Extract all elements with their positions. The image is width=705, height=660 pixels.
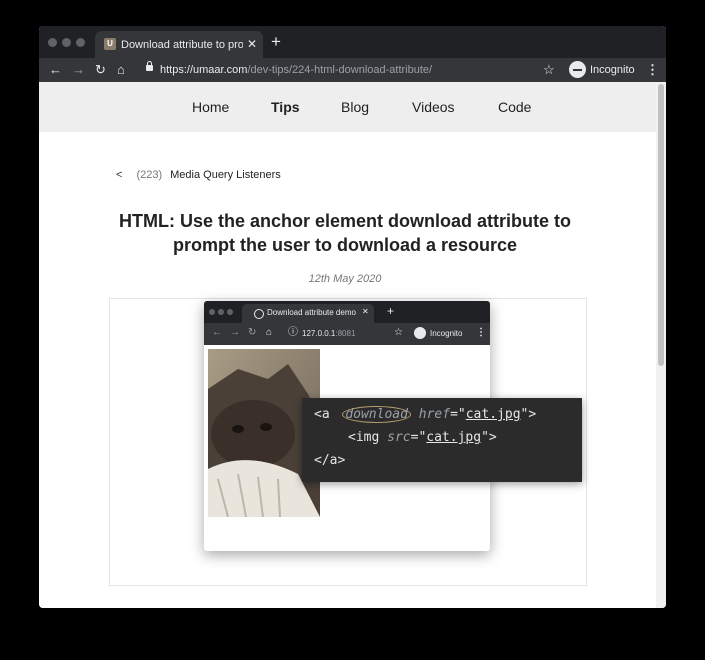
prev-tip-number: (223) [136, 169, 163, 181]
code-value-src: cat.jpg [426, 430, 482, 445]
browser-window: U Download attribute to prompt ✕ + ← → ↻… [39, 26, 666, 608]
code-token: <img [348, 430, 388, 445]
prev-tip-title: Media Query Listeners [170, 169, 281, 181]
demo-home-icon: ⌂ [266, 327, 273, 338]
site-nav: Home Tips Blog Videos Code [39, 82, 656, 132]
prev-arrow-icon: < [116, 169, 123, 181]
url-host: https://umaar.com [160, 64, 248, 76]
demo-url-port: :8081 [335, 329, 356, 338]
nav-home[interactable]: Home [192, 98, 229, 116]
demo-incognito-icon [414, 327, 426, 339]
demo-incognito-label: Incognito [430, 329, 463, 338]
nav-tips[interactable]: Tips [271, 98, 300, 116]
page-viewport: Home Tips Blog Videos Code < (223) Media Q… [39, 82, 666, 608]
demo-tab-strip: Download attribute demo ✕ + [204, 301, 490, 323]
code-attr-src: src [387, 430, 411, 445]
demo-address-bar: 127.0.0.1:8081 [302, 329, 355, 339]
address-bar[interactable]: https://umaar.com/dev-tips/224-html-down… [160, 63, 432, 77]
window-minimize-dot[interactable] [62, 38, 71, 47]
code-value-href: cat.jpg [465, 407, 521, 422]
back-icon[interactable]: ← [49, 61, 62, 79]
browser-tab[interactable]: U Download attribute to prompt ✕ [95, 31, 263, 58]
url-path: /dev-tips/224-html-download-attribute/ [247, 64, 433, 76]
demo-tab-title: Download attribute demo [267, 308, 356, 317]
code-line-3: </a> [314, 453, 346, 468]
demo-new-tab-icon: + [387, 304, 395, 318]
code-line-1: <a download href="cat.jpg"> [314, 406, 537, 423]
demo-kebab-menu-icon: ⋮ [476, 327, 486, 338]
demo-reload-icon: ↻ [248, 327, 257, 338]
nav-code[interactable]: Code [498, 98, 531, 116]
browser-toolbar: ← → ↻ ⌂ https://umaar.com/dev-tips/224-h… [39, 58, 666, 82]
demo-tab: Download attribute demo ✕ [242, 304, 374, 323]
code-attr-href: href [418, 407, 451, 422]
article-figure: Download attribute demo ✕ + ← → ↻ ⌂ ⓘ 12… [109, 298, 587, 586]
demo-info-icon: ⓘ [288, 327, 298, 338]
code-snippet: <a download href="cat.jpg"> <img src="ca… [302, 398, 582, 482]
demo-window-dot [227, 309, 233, 315]
code-line-2: <img src="cat.jpg"> [348, 430, 497, 445]
globe-icon [254, 309, 264, 319]
code-token: > [528, 407, 537, 422]
article-title: HTML: Use the anchor element download at… [118, 211, 572, 255]
code-token: <a [314, 407, 338, 422]
demo-url-host: 127.0.0.1 [302, 329, 336, 338]
demo-star-icon: ☆ [394, 327, 403, 338]
window-zoom-dot[interactable] [76, 38, 85, 47]
code-token: > [488, 430, 497, 445]
tab-strip: U Download attribute to prompt ✕ + [39, 26, 666, 58]
demo-toolbar: ← → ↻ ⌂ ⓘ 127.0.0.1:8081 ☆ Incognito ⋮ [204, 323, 490, 345]
lock-icon[interactable] [146, 61, 153, 71]
previous-tip-link[interactable]: < (223) Media Query Listeners [116, 168, 281, 182]
bookmark-star-icon[interactable]: ☆ [543, 61, 555, 79]
nav-blog[interactable]: Blog [341, 98, 369, 116]
circled-download-attribute: download [342, 406, 411, 423]
new-tab-button[interactable]: + [271, 33, 281, 51]
demo-tab-close-icon: ✕ [362, 307, 369, 316]
forward-icon[interactable]: → [72, 61, 85, 79]
page-scrollbar[interactable] [656, 82, 666, 608]
incognito-label[interactable]: Incognito [590, 63, 635, 77]
demo-back-icon: ← [212, 327, 222, 338]
kebab-menu-icon[interactable]: ⋮ [646, 62, 659, 78]
demo-forward-icon: → [230, 327, 240, 338]
window-close-dot[interactable] [48, 38, 57, 47]
reload-icon[interactable]: ↻ [95, 61, 106, 79]
demo-window-dot [218, 309, 224, 315]
favicon-icon: U [104, 38, 116, 50]
nav-videos[interactable]: Videos [412, 98, 455, 116]
home-icon[interactable]: ⌂ [117, 61, 125, 79]
incognito-icon[interactable] [569, 61, 586, 78]
tab-close-icon[interactable]: ✕ [247, 35, 257, 53]
scrollbar-thumb[interactable] [658, 84, 664, 366]
tab-title: Download attribute to prompt [121, 39, 243, 51]
demo-window-dot [209, 309, 215, 315]
article-date: 12th May 2020 [308, 273, 382, 285]
